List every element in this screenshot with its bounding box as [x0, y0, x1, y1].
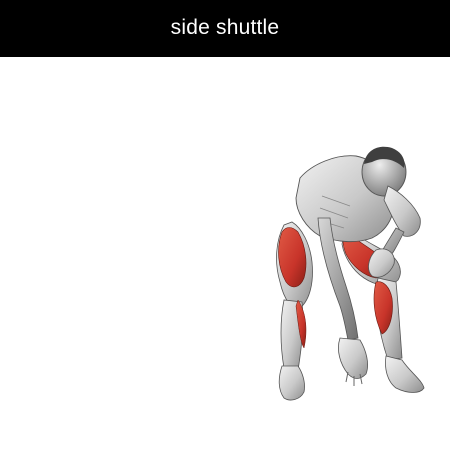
exercise-illustration: [276, 146, 425, 401]
right-foot: [385, 355, 425, 393]
left-foot: [278, 365, 305, 401]
exercise-card: side shuttle: [0, 0, 450, 450]
athlete-figure: [276, 146, 425, 401]
right-shoulder: [383, 185, 421, 237]
page-title: side shuttle: [170, 15, 280, 39]
left-hand: [338, 337, 368, 379]
title-bar: side shuttle: [0, 0, 450, 57]
